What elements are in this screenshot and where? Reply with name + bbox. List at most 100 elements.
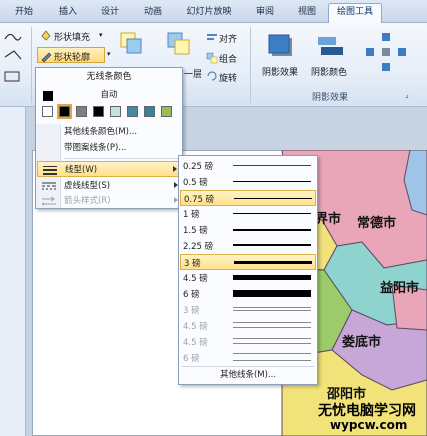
- slide-pane[interactable]: [0, 107, 26, 436]
- weight-label: 6 磅: [183, 290, 200, 300]
- line-weight-item[interactable]: 线型(W): [37, 161, 181, 177]
- submenu-arrow-icon: [173, 166, 177, 172]
- color-swatch[interactable]: [76, 106, 87, 117]
- chevron-down-icon[interactable]: ▾: [99, 31, 103, 39]
- more-lines-item[interactable]: 其他线条(M)...: [180, 367, 316, 383]
- weight-option[interactable]: 4.5 磅: [180, 270, 316, 286]
- weight-option-double[interactable]: 3 磅: [180, 302, 316, 318]
- shape-tools-icon[interactable]: [2, 29, 24, 91]
- weight-line-preview: [233, 181, 311, 182]
- paint-bucket-icon: [41, 30, 51, 41]
- color-swatch[interactable]: [93, 106, 104, 117]
- weight-option-selected[interactable]: 0.75 磅: [180, 190, 316, 206]
- weight-line-preview: [233, 165, 311, 166]
- weight-label: 6 磅: [183, 354, 200, 364]
- weight-label: 0.75 磅: [184, 195, 215, 205]
- tab-insert[interactable]: 插入: [48, 4, 88, 23]
- map-label-partial: 界市: [315, 212, 342, 227]
- dash-style-item[interactable]: 虚线线型(S): [37, 178, 181, 194]
- group-button[interactable]: 组合: [219, 52, 237, 65]
- shape-fill-button[interactable]: 形状填充: [54, 30, 90, 43]
- ribbon-divider: [250, 27, 251, 103]
- weight-label: 3 磅: [183, 306, 200, 316]
- color-swatch[interactable]: [127, 106, 138, 117]
- shape-outline-button[interactable]: 形状轮廓: [37, 47, 105, 63]
- weight-label: 4.5 磅: [183, 338, 208, 348]
- pencil-icon: [41, 52, 52, 62]
- weight-option[interactable]: 0.25 磅: [180, 158, 316, 174]
- arrow-style-label: 箭头样式(R): [64, 196, 111, 206]
- watermark-url: wypcw.com: [330, 418, 408, 432]
- rotate-icon: [207, 71, 217, 81]
- color-swatch[interactable]: [42, 106, 53, 117]
- weight-label: 0.5 磅: [183, 178, 208, 188]
- auto-color-option[interactable]: 自动: [36, 88, 182, 103]
- dash-style-icon: [42, 182, 56, 190]
- color-swatch[interactable]: [144, 106, 155, 117]
- more-line-colors-label: 其他线条颜色(M)...: [64, 127, 138, 137]
- weight-option[interactable]: 0.5 磅: [180, 174, 316, 190]
- weight-line-preview: [233, 275, 311, 280]
- arrow-style-item[interactable]: 箭头样式(R): [37, 193, 181, 209]
- shadow-color-button[interactable]: 阴影颜色: [311, 65, 347, 78]
- weight-option-triple[interactable]: 6 磅: [180, 350, 316, 366]
- line-weight-submenu: 0.25 磅 0.5 磅 0.75 磅 1 磅 1.5 磅 2.25 磅 3 磅…: [178, 155, 318, 385]
- color-swatch-selected[interactable]: [57, 104, 72, 119]
- weight-label: 1 磅: [183, 210, 200, 220]
- tab-design[interactable]: 设计: [90, 4, 130, 23]
- weight-line-preview: [234, 198, 312, 199]
- weight-line-preview: [233, 244, 311, 246]
- no-line-color-option[interactable]: 无线条颜色: [36, 70, 182, 85]
- ribbon-tabs: 开始 插入 设计 动画 幻灯片放映 审阅 视图 绘图工具: [0, 0, 427, 24]
- shadow-effect-button[interactable]: 阴影效果: [262, 65, 298, 78]
- weight-label: 2.25 磅: [183, 242, 214, 252]
- weight-label: 3 磅: [184, 259, 201, 269]
- rotate-button[interactable]: 旋转: [219, 71, 237, 84]
- tab-animation[interactable]: 动画: [133, 4, 173, 23]
- map-label-loudi: 娄底市: [342, 335, 382, 350]
- weight-label: 4.5 磅: [183, 322, 208, 332]
- weight-option-double[interactable]: 4.5 磅: [180, 318, 316, 334]
- ribbon-divider: [31, 27, 32, 103]
- shadow-nudge-icon[interactable]: [360, 31, 412, 75]
- align-button[interactable]: 对齐: [219, 32, 237, 45]
- weight-label: 0.25 磅: [183, 162, 214, 172]
- weight-line-preview: [233, 213, 311, 214]
- watermark-title: 无忧电脑学习网: [318, 403, 416, 419]
- line-weight-icon: [43, 166, 57, 175]
- double-line-preview: [233, 307, 311, 311]
- tab-home[interactable]: 开始: [4, 4, 44, 23]
- shape-outline-menu: 无线条颜色 自动 其他线条颜色(M)... 带图案线条(P)... 线型(W) …: [35, 67, 183, 209]
- dash-style-label: 虚线线型(S): [64, 181, 111, 191]
- send-backward-icon[interactable]: [167, 32, 191, 56]
- weight-option[interactable]: 2.25 磅: [180, 238, 316, 254]
- more-line-colors-item[interactable]: 其他线条颜色(M)...: [37, 124, 181, 140]
- weight-label: 4.5 磅: [183, 274, 208, 284]
- map-label-yiyang: 益阳市: [380, 281, 420, 296]
- send-backward-label[interactable]: 一层: [184, 67, 202, 80]
- weight-option-hover[interactable]: 3 磅: [180, 254, 316, 270]
- group-icon: [206, 52, 218, 64]
- shadow-color-icon[interactable]: [317, 35, 347, 57]
- weight-option[interactable]: 1 磅: [180, 206, 316, 222]
- color-swatch[interactable]: [161, 106, 172, 117]
- arrow-style-icon: [42, 196, 56, 206]
- tab-drawing-tools[interactable]: 绘图工具: [328, 3, 382, 24]
- tab-view[interactable]: 视图: [288, 4, 326, 23]
- tab-slideshow[interactable]: 幻灯片放映: [178, 4, 240, 23]
- chevron-down-icon[interactable]: ▾: [107, 50, 111, 58]
- shadow-effect-icon[interactable]: [267, 33, 295, 59]
- weight-line-preview: [233, 229, 311, 231]
- weight-option[interactable]: 6 磅: [180, 286, 316, 302]
- color-swatch[interactable]: [110, 106, 121, 117]
- pattern-lines-item[interactable]: 带图案线条(P)...: [37, 140, 181, 156]
- map-label-changde: 常德市: [357, 216, 397, 231]
- weight-option-double[interactable]: 4.5 磅: [180, 334, 316, 350]
- weight-option[interactable]: 1.5 磅: [180, 222, 316, 238]
- auto-color-label: 自动: [100, 90, 118, 100]
- dialog-launcher-icon[interactable]: ⌟: [405, 90, 409, 99]
- bring-forward-icon[interactable]: [120, 32, 142, 54]
- tab-review[interactable]: 审阅: [245, 4, 285, 23]
- double-line-preview: [233, 322, 311, 328]
- shadow-group-label: 阴影效果: [312, 93, 349, 103]
